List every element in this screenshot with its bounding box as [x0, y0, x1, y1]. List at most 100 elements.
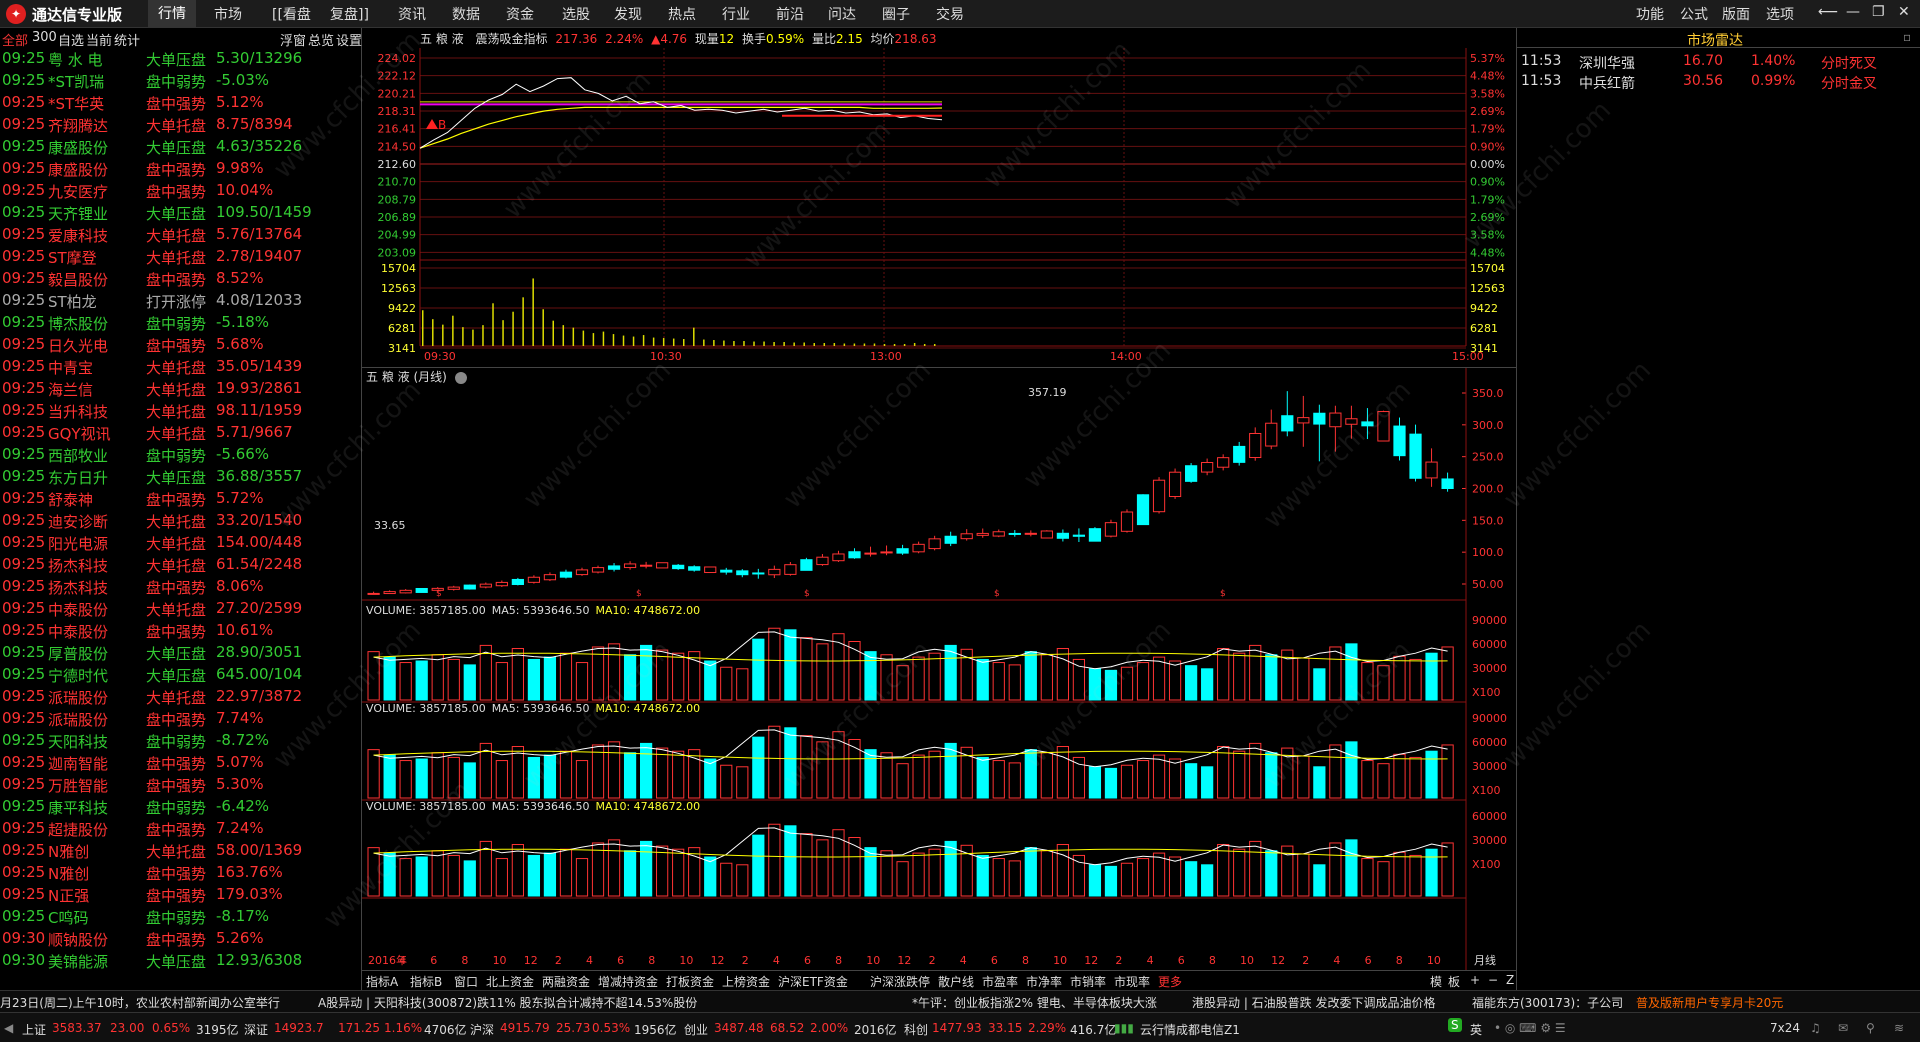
signal-stock-name[interactable]: *ST凯瑞 [48, 71, 104, 92]
signal-stock-name[interactable]: GQY视讯 [48, 423, 111, 444]
sz-label[interactable]: 深证 [244, 1021, 268, 1038]
signal-stock-name[interactable]: 厚普股份 [48, 643, 108, 664]
indicator-tab-7[interactable]: 打板资金 [666, 973, 714, 990]
indicator-tab-11[interactable]: 散户线 [938, 973, 974, 990]
signal-stock-name[interactable]: 舒泰神 [48, 489, 93, 510]
menu-6[interactable]: 数据 [452, 4, 480, 24]
signal-stock-name[interactable]: 爱康科技 [48, 225, 108, 246]
menu-right-1[interactable]: 功能 [1636, 4, 1664, 24]
list-item[interactable]: 09:25 C鸣码 盘中弱势 -8.17% [0, 906, 362, 928]
menu-right-4[interactable]: 选项 [1766, 4, 1794, 24]
bell-icon[interactable]: ♫ [1810, 1021, 1821, 1035]
menu-2[interactable]: 市场 [214, 4, 242, 24]
sh-label[interactable]: 上证 [22, 1021, 46, 1038]
back-icon[interactable]: ⟵ [1818, 4, 1838, 20]
list-item[interactable]: 09:25 超捷股份 盘中强势 7.24% [0, 818, 362, 840]
signal-stock-name[interactable]: 扬杰科技 [48, 555, 108, 576]
menu-3[interactable]: [[看盘 [272, 4, 311, 24]
signal-stock-name[interactable]: ST柏龙 [48, 291, 97, 312]
list-item[interactable]: 09:25 *ST华英 盘中强势 5.12% [0, 92, 362, 114]
tab-tool-2[interactable]: 板 [1448, 973, 1460, 990]
tab-tool-3[interactable]: + [1470, 973, 1480, 987]
indicator-tab-15[interactable]: 市现率 [1114, 973, 1150, 990]
list-item[interactable]: 09:25 九安医疗 盘中强势 10.04% [0, 180, 362, 202]
list-item[interactable]: 09:25 GQY视讯 大单托盘 5.71/9667 [0, 422, 362, 444]
list-item[interactable]: 09:25 *ST凯瑞 盘中弱势 -5.03% [0, 70, 362, 92]
menu-4[interactable]: 复盘]] [330, 4, 369, 24]
signal-stock-name[interactable]: 派瑞股份 [48, 687, 108, 708]
list-item[interactable]: 09:25 ST柏龙 打开涨停 4.08/12033 [0, 290, 362, 312]
signal-stock-name[interactable]: 迦南智能 [48, 753, 108, 774]
hs-label[interactable]: 沪深 [470, 1021, 494, 1038]
menu-5[interactable]: 资讯 [398, 4, 426, 24]
signal-stock-name[interactable]: 齐翔腾达 [48, 115, 108, 136]
indicator-tab-14[interactable]: 市销率 [1070, 973, 1106, 990]
menu-7[interactable]: 资金 [506, 4, 534, 24]
indicator-tab-6[interactable]: 增减持资金 [598, 973, 658, 990]
signal-stock-name[interactable]: 阳光电源 [48, 533, 108, 554]
list-item[interactable]: 09:25 宁德时代 大单压盘 645.00/104 [0, 664, 362, 686]
list-item[interactable]: 09:25 派瑞股份 大单托盘 22.97/3872 [0, 686, 362, 708]
signal-stock-name[interactable]: 康盛股份 [48, 137, 108, 158]
signal-stock-name[interactable]: C鸣码 [48, 907, 88, 928]
signal-stock-name[interactable]: 中青宝 [48, 357, 93, 378]
signal-stock-name[interactable]: 顺钠股份 [48, 929, 108, 950]
list-item[interactable]: 09:25 N雅创 大单托盘 58.00/1369 [0, 840, 362, 862]
signal-stock-name[interactable]: 东方日升 [48, 467, 108, 488]
signal-stock-name[interactable]: N雅创 [48, 841, 89, 862]
ime-mode[interactable]: 英 [1470, 1021, 1482, 1038]
event-marker-icon[interactable]: $ [1220, 589, 1226, 599]
signal-stock-name[interactable]: 天齐锂业 [48, 203, 108, 224]
event-marker-icon[interactable]: $ [636, 589, 642, 599]
news-item[interactable]: *午评：创业板指涨2% 锂电、半导体板块大涨 [912, 994, 1157, 1011]
list-item[interactable]: 09:25 海兰信 大单托盘 19.93/2861 [0, 378, 362, 400]
signal-stock-name[interactable]: 毅昌股份 [48, 269, 108, 290]
signal-stock-name[interactable]: 派瑞股份 [48, 709, 108, 730]
minimize-icon[interactable]: — [1846, 4, 1860, 20]
list-item[interactable]: 09:25 康平科技 盘中弱势 -6.42% [0, 796, 362, 818]
close-icon[interactable]: ✕ [1898, 4, 1910, 20]
news-item[interactable]: 福能东方(300173)：子公司 [1472, 994, 1623, 1011]
ime-icon[interactable]: S [1448, 1018, 1462, 1032]
indicator-tab-9[interactable]: 沪深ETF资金 [778, 973, 848, 990]
list-item[interactable]: 09:25 中泰股份 盘中强势 10.61% [0, 620, 362, 642]
signal-stock-name[interactable]: N雅创 [48, 863, 89, 884]
signal-stock-name[interactable]: 美锦能源 [48, 951, 108, 972]
tab-tool-4[interactable]: − [1488, 973, 1498, 987]
list-item[interactable]: 09:25 中青宝 大单托盘 35.05/1439 [0, 356, 362, 378]
list-item[interactable]: 09:25 毅昌股份 盘中强势 8.52% [0, 268, 362, 290]
indicator-tab-4[interactable]: 北上资金 [486, 973, 534, 990]
news-item[interactable]: 港股异动 | 石油股普跌 发改委下调成品油价格 [1192, 994, 1436, 1011]
cy-label[interactable]: 创业 [684, 1021, 708, 1038]
menu-11[interactable]: 行业 [722, 4, 750, 24]
list-item[interactable]: 09:25 扬杰科技 盘中强势 8.06% [0, 576, 362, 598]
indicator-tab-12[interactable]: 市盈率 [982, 973, 1018, 990]
indicator-tab-16[interactable]: 更多 [1158, 973, 1182, 990]
list-item[interactable]: 09:25 厚普股份 大单压盘 28.90/3051 [0, 642, 362, 664]
list-item[interactable]: 09:25 日久光电 盘中强势 5.68% [0, 334, 362, 356]
menu-10[interactable]: 热点 [668, 4, 696, 24]
ime-tools-icon[interactable]: • ◎ ⌨ ⚙ ☰ [1494, 1021, 1566, 1035]
tab-tool-5[interactable]: Z [1506, 973, 1514, 987]
list-item[interactable]: 09:25 阳光电源 大单托盘 154.00/448 [0, 532, 362, 554]
signal-stock-name[interactable]: 日久光电 [48, 335, 108, 356]
stats-tab[interactable]: 统计 [114, 30, 140, 49]
signal-stock-name[interactable]: 粤 水 电 [48, 49, 103, 70]
menu-14[interactable]: 圈子 [882, 4, 910, 24]
list-item[interactable]: 09:30 顺钠股份 盘中强势 5.26% [0, 928, 362, 950]
settings-button[interactable]: 设置 [336, 30, 362, 49]
menu-15[interactable]: 交易 [936, 4, 964, 24]
news-item[interactable]: 普及版新用户专享月卡20元 [1636, 994, 1783, 1011]
float-button[interactable]: 浮窗 [280, 30, 306, 49]
news-item[interactable]: A股异动 | 天阳科技(300872)跌11% 股东拟合计减持不超14.53%股… [318, 994, 697, 1011]
signal-stock-name[interactable]: N正强 [48, 885, 89, 906]
list-item[interactable]: 09:25 ST摩登 大单托盘 2.78/19407 [0, 246, 362, 268]
indicator-tab-5[interactable]: 两融资金 [542, 973, 590, 990]
filter-self-tab[interactable]: 自选 [58, 30, 84, 49]
list-item[interactable]: 09:25 中泰股份 大单托盘 27.20/2599 [0, 598, 362, 620]
buy-marker-icon[interactable] [426, 119, 438, 129]
overview-button[interactable]: 总览 [308, 30, 334, 49]
menu-8[interactable]: 选股 [562, 4, 590, 24]
indicator-tab-8[interactable]: 上榜资金 [722, 973, 770, 990]
list-item[interactable]: 09:25 万胜智能 盘中强势 5.30% [0, 774, 362, 796]
